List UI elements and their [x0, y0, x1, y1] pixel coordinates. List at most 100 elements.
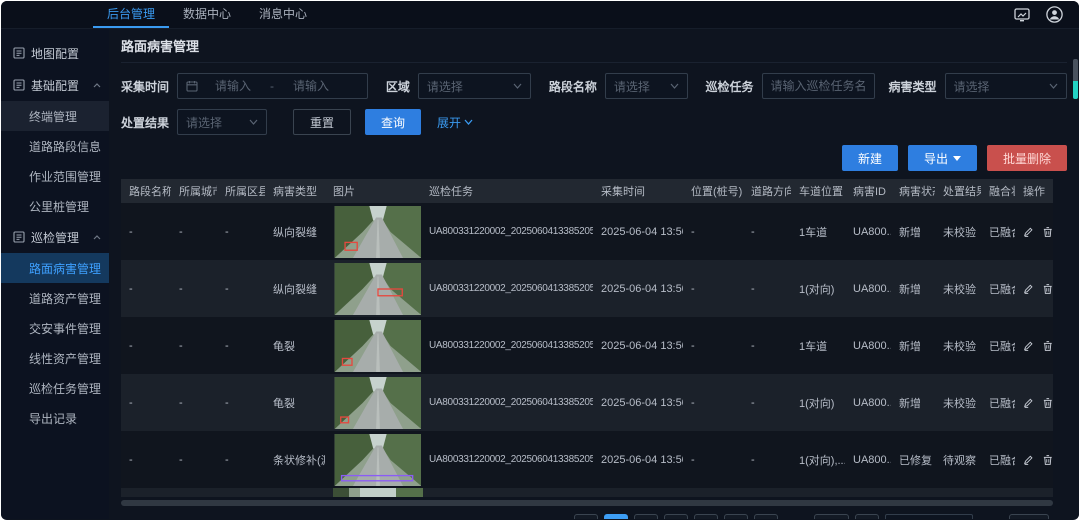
screen-share-icon[interactable] — [1013, 6, 1031, 24]
cell-disease_id: UA800... — [845, 226, 891, 238]
table-header: 路段名称所属城市所属区县病害类型图片巡检任务采集时间位置(桩号)道路方向车道位置… — [121, 179, 1053, 203]
reset-button[interactable]: 重置 — [293, 109, 351, 135]
tab-data-center[interactable]: 数据中心 — [169, 1, 245, 28]
sidebar-item-traffic-safety-event-mgmt[interactable]: 交安事件管理 — [1, 313, 109, 343]
tab-backend-admin[interactable]: 后台管理 — [93, 1, 169, 28]
page-button-6[interactable]: 6 — [754, 514, 778, 519]
calendar-icon — [186, 80, 198, 92]
edit-icon[interactable] — [1023, 454, 1033, 466]
sidebar-group-basic-config[interactable]: 基础配置 — [1, 69, 109, 101]
disease-type-select-value: 请选择 — [954, 78, 990, 95]
road-name-select[interactable]: 请选择 — [605, 73, 688, 99]
vertical-scrollbar-thumb[interactable] — [1073, 59, 1078, 99]
edit-icon[interactable] — [1023, 283, 1033, 295]
page-button-2[interactable]: 2 — [634, 514, 658, 519]
pagination: 共 12706 条 123456···1271 10条/页 前往 页 — [121, 514, 1067, 519]
delete-icon[interactable] — [1043, 397, 1053, 409]
disease-photo-thumbnail[interactable] — [333, 263, 421, 315]
cell-city: - — [171, 226, 217, 238]
sidebar-item-inspection-task-mgmt[interactable]: 巡检任务管理 — [1, 373, 109, 403]
table-row[interactable]: ---龟裂UA800331220002_20250604133852059202… — [121, 374, 1053, 431]
table-row[interactable]: ---纵向裂缝UA800331220002_202506041338520592… — [121, 260, 1053, 317]
page-size-select[interactable]: 10条/页 — [885, 514, 973, 519]
inspection-task-input[interactable] — [771, 79, 866, 93]
cell-operations — [1015, 397, 1053, 409]
sidebar-item-linear-asset-mgmt[interactable]: 线性资产管理 — [1, 343, 109, 373]
collect-time-start-input[interactable] — [202, 79, 264, 93]
table-row[interactable]: ---条状修补(沥青)UA800331220002_20250604133852… — [121, 431, 1053, 488]
expand-link[interactable]: 展开 — [437, 114, 473, 131]
sidebar-item-kilometer-post-mgmt[interactable]: 公里桩管理 — [1, 191, 109, 221]
disease-type-select[interactable]: 请选择 — [945, 73, 1067, 99]
cell-direction: - — [743, 454, 791, 466]
road-name-select-value: 请选择 — [614, 78, 650, 95]
delete-icon[interactable] — [1043, 226, 1053, 238]
page-ellipsis[interactable]: ··· — [784, 514, 808, 519]
cell-task: UA800331220002_20250604133852059 — [421, 340, 593, 351]
document-icon — [13, 47, 25, 59]
sidebar-item-map-config[interactable]: 地图配置 — [1, 37, 109, 69]
delete-icon[interactable] — [1043, 340, 1053, 352]
cell-lane: 1(对向),... — [791, 452, 845, 468]
horizontal-scrollbar[interactable] — [121, 500, 1053, 506]
tab-message-center[interactable]: 消息中心 — [245, 1, 321, 28]
edit-icon[interactable] — [1023, 226, 1033, 238]
disease-photo-thumbnail[interactable] — [333, 377, 421, 429]
page-button-5[interactable]: 5 — [724, 514, 748, 519]
chevron-down-icon — [249, 119, 258, 125]
edit-icon[interactable] — [1023, 397, 1033, 409]
column-header-fusion: 融合状态 — [981, 183, 1015, 199]
export-button[interactable]: 导出 — [908, 145, 977, 171]
app-window: 后台管理 数据中心 消息中心 地图配置 基础配置 终端管理 — [1, 1, 1079, 520]
cell-status: 新增 — [891, 395, 935, 411]
sidebar-item-road-section-info[interactable]: 道路路段信息 — [1, 131, 109, 161]
inspection-task-input-wrap — [762, 73, 875, 99]
cell-disease_id: UA800... — [845, 454, 891, 466]
sidebar-item-terminal-mgmt[interactable]: 终端管理 — [1, 101, 109, 131]
next-page-button[interactable] — [855, 514, 879, 519]
export-button-label: 导出 — [924, 150, 948, 167]
page-button-4[interactable]: 4 — [694, 514, 718, 519]
cell-collect_time: 2025-06-04 13:50 — [593, 340, 683, 352]
main-content: 路面病害管理 采集时间 - 区域 请选择 路段名称 — [109, 29, 1079, 519]
cell-county: - — [217, 226, 265, 238]
prev-page-button[interactable] — [574, 514, 598, 519]
disease-photo-thumbnail[interactable] — [333, 434, 421, 486]
collect-time-label: 采集时间 — [121, 78, 169, 95]
sidebar-group-inspection-mgmt[interactable]: 巡检管理 — [1, 221, 109, 253]
chevron-up-icon — [93, 235, 101, 240]
user-avatar-icon[interactable] — [1045, 6, 1063, 24]
goto-page-input[interactable] — [1009, 514, 1049, 519]
table-row[interactable]: ---纵向裂缝UA800331220002_202506041338520592… — [121, 203, 1053, 260]
edit-icon[interactable] — [1023, 340, 1033, 352]
page-button-3[interactable]: 3 — [664, 514, 688, 519]
cell-disease_type: 龟裂 — [265, 338, 325, 354]
column-header-city: 所属城市 — [171, 183, 217, 199]
sidebar-item-export-records[interactable]: 导出记录 — [1, 403, 109, 433]
region-select[interactable]: 请选择 — [418, 73, 531, 99]
create-button[interactable]: 新建 — [842, 145, 898, 171]
column-header-task: 巡检任务 — [421, 183, 593, 199]
collect-time-end-input[interactable] — [280, 79, 342, 93]
page-button-1[interactable]: 1 — [604, 514, 628, 519]
column-header-disposal: 处置结果 — [935, 183, 981, 199]
page-button-1271[interactable]: 1271 — [814, 514, 848, 519]
table-row[interactable]: ---龟裂UA800331220002_20250604133852059202… — [121, 317, 1053, 374]
disease-photo-thumbnail[interactable] — [333, 206, 421, 258]
sidebar-item-pavement-disease-mgmt[interactable]: 路面病害管理 — [1, 253, 109, 283]
table-actions: 新建 导出 批量删除 — [121, 145, 1067, 171]
cell-disposal: 未校验 — [935, 395, 981, 411]
cell-position: - — [683, 397, 743, 409]
collect-time-range-input[interactable]: - — [177, 73, 368, 99]
sidebar-item-work-scope-mgmt[interactable]: 作业范围管理 — [1, 161, 109, 191]
search-button[interactable]: 查询 — [365, 109, 421, 135]
cell-disposal: 未校验 — [935, 338, 981, 354]
cell-road_name: - — [121, 226, 171, 238]
disease-photo-thumbnail[interactable] — [333, 320, 421, 372]
delete-icon[interactable] — [1043, 454, 1053, 466]
disease-table: 路段名称所属城市所属区县病害类型图片巡检任务采集时间位置(桩号)道路方向车道位置… — [121, 179, 1053, 506]
disposal-result-select[interactable]: 请选择 — [177, 109, 267, 135]
batch-delete-button[interactable]: 批量删除 — [987, 145, 1067, 171]
sidebar-item-road-asset-mgmt[interactable]: 道路资产管理 — [1, 283, 109, 313]
delete-icon[interactable] — [1043, 283, 1053, 295]
